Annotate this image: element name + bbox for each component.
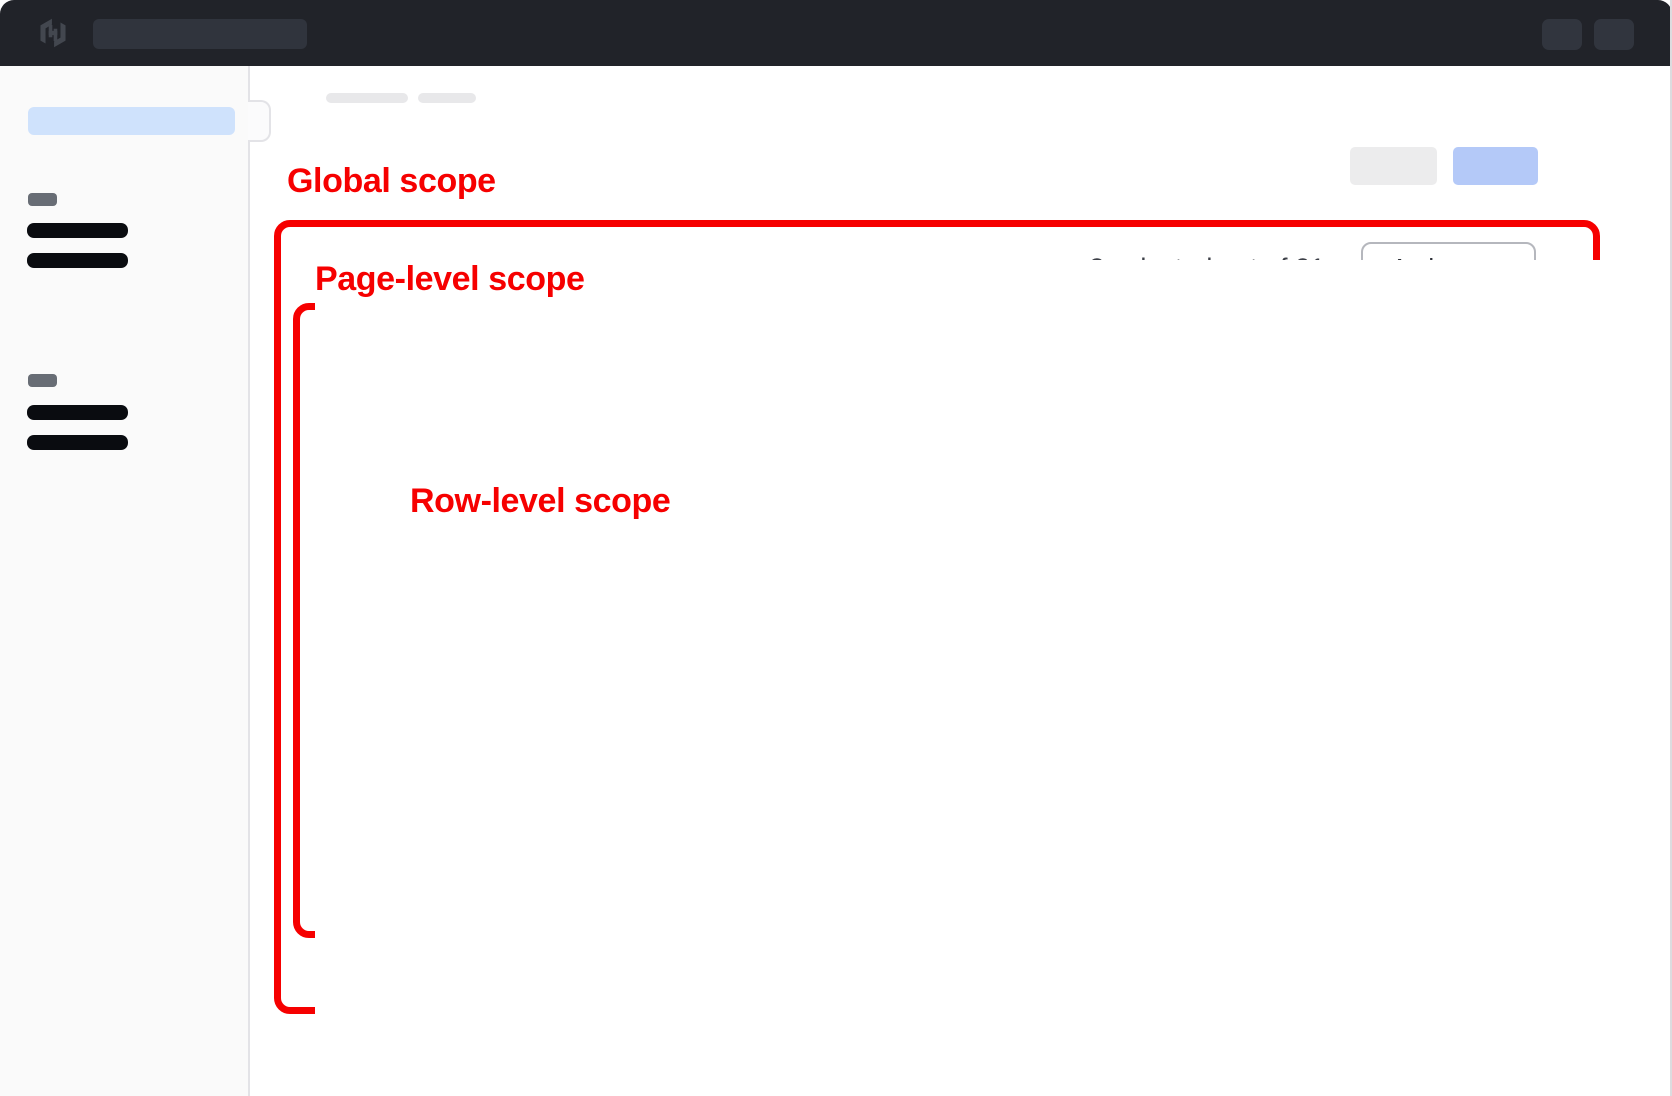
sidebar-item-skeleton[interactable] (27, 405, 128, 420)
sidebar-item-skeleton[interactable] (27, 223, 128, 238)
navbar-action-skeleton-2[interactable] (1594, 19, 1634, 50)
sidebar-item-skeleton[interactable] (27, 253, 128, 268)
primary-button-skeleton[interactable] (1453, 147, 1538, 185)
global-scope-label: Global scope (287, 162, 496, 201)
sidebar-section-label-skeleton-2 (28, 374, 57, 387)
secondary-button-skeleton[interactable] (1350, 147, 1437, 185)
search-input-skeleton[interactable] (93, 19, 307, 49)
sidebar (0, 66, 250, 1096)
navbar-action-skeleton-1[interactable] (1542, 19, 1582, 50)
app-window: Global scope Page-level scope Row-level … (0, 0, 1672, 1096)
sidebar-active-item-skeleton[interactable] (28, 107, 235, 135)
sidebar-collapse-handle[interactable] (248, 100, 271, 142)
breadcrumb-skeleton-2 (418, 93, 476, 103)
sidebar-section-label-skeleton-1 (28, 193, 57, 206)
sidebar-item-skeleton[interactable] (27, 435, 128, 450)
breadcrumb-skeleton-1 (326, 93, 408, 103)
top-navbar (0, 0, 1672, 66)
hashicorp-logo-icon (37, 17, 69, 49)
page-level-scope-label: Page-level scope (315, 260, 1672, 1096)
row-level-scope-label: Row-level scope (410, 482, 670, 521)
